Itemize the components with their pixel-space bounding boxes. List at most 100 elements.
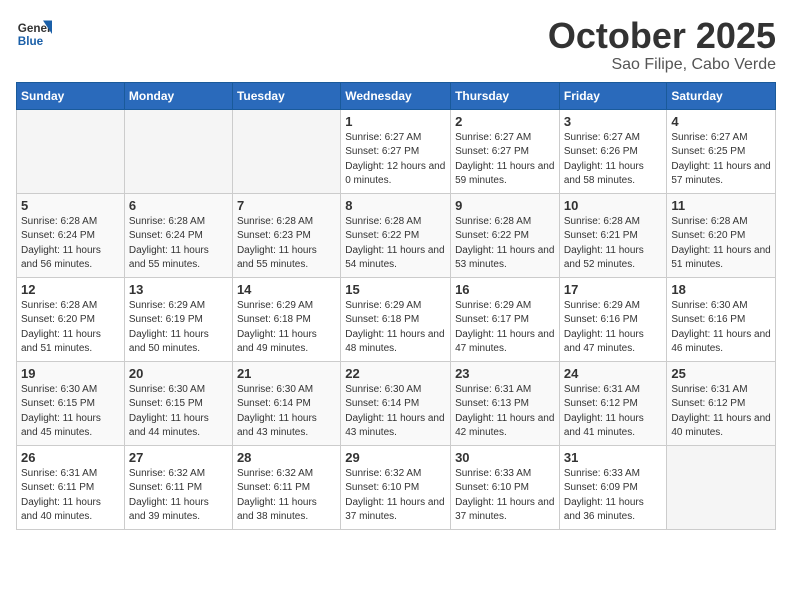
day-info: Sunrise: 6:27 AM Sunset: 6:27 PM Dayligh… <box>345 131 446 189</box>
calendar-cell: 15Sunrise: 6:29 AM Sunset: 6:18 PM Dayli… <box>341 277 451 361</box>
day-info: Sunrise: 6:30 AM Sunset: 6:14 PM Dayligh… <box>237 383 336 441</box>
day-info: Sunrise: 6:30 AM Sunset: 6:15 PM Dayligh… <box>21 383 120 441</box>
day-number: 20 <box>129 366 228 381</box>
day-info: Sunrise: 6:28 AM Sunset: 6:20 PM Dayligh… <box>671 215 771 273</box>
weekday-header: Friday <box>559 82 667 109</box>
weekday-header: Saturday <box>667 82 776 109</box>
calendar-cell: 12 Sunrise: 6:28 AM Sunset: 6:20 PM Dayli… <box>17 277 125 361</box>
day-info: Sunrise: 6:29 AM Sunset: 6:18 PM Dayligh… <box>237 299 336 357</box>
day-number: 16 <box>455 282 555 297</box>
title-area: October 2025 Sao Filipe, Cabo Verde <box>548 16 776 74</box>
day-number: 31 <box>564 450 663 465</box>
day-info: Sunrise: 6:30 AM Sunset: 6:16 PM Dayligh… <box>671 299 771 357</box>
day-info: Sunrise: 6:32 AM Sunset: 6:11 PM Dayligh… <box>129 467 228 525</box>
calendar-week-row: 19 Sunrise: 6:30 AM Sunset: 6:15 PM Dayli… <box>17 361 776 445</box>
day-number: 10 <box>564 198 663 213</box>
calendar-cell <box>124 109 232 193</box>
day-number: 21 <box>237 366 336 381</box>
calendar-table: SundayMondayTuesdayWednesdayThursdayFrid… <box>16 82 776 530</box>
page-header: General Blue October 2025 Sao Filipe, Ca… <box>16 16 776 74</box>
day-info: Sunrise: 6:29 AM Sunset: 6:16 PM Dayligh… <box>564 299 663 357</box>
day-number: 12 <box>21 282 120 297</box>
calendar-cell: 19 Sunrise: 6:30 AM Sunset: 6:15 PM Dayli… <box>17 361 125 445</box>
calendar-cell: 22Sunrise: 6:30 AM Sunset: 6:14 PM Dayli… <box>341 361 451 445</box>
day-number: 13 <box>129 282 228 297</box>
calendar-cell: 3 Sunrise: 6:27 AM Sunset: 6:26 PM Daylig… <box>559 109 667 193</box>
calendar-cell: 13 Sunrise: 6:29 AM Sunset: 6:19 PM Dayli… <box>124 277 232 361</box>
day-info: Sunrise: 6:31 AM Sunset: 6:12 PM Dayligh… <box>564 383 663 441</box>
calendar-cell: 4 Sunrise: 6:27 AM Sunset: 6:25 PM Daylig… <box>667 109 776 193</box>
calendar-cell: 28Sunrise: 6:32 AM Sunset: 6:11 PM Dayli… <box>232 445 340 529</box>
day-info: Sunrise: 6:27 AM Sunset: 6:25 PM Dayligh… <box>671 131 771 189</box>
day-number: 24 <box>564 366 663 381</box>
day-info: Sunrise: 6:29 AM Sunset: 6:17 PM Dayligh… <box>455 299 555 357</box>
day-number: 8 <box>345 198 446 213</box>
day-info: Sunrise: 6:28 AM Sunset: 6:23 PM Dayligh… <box>237 215 336 273</box>
day-info: Sunrise: 6:29 AM Sunset: 6:18 PM Dayligh… <box>345 299 446 357</box>
day-number: 11 <box>671 198 771 213</box>
calendar-week-row: 26 Sunrise: 6:31 AM Sunset: 6:11 PM Dayli… <box>17 445 776 529</box>
day-number: 17 <box>564 282 663 297</box>
day-info: Sunrise: 6:30 AM Sunset: 6:15 PM Dayligh… <box>129 383 228 441</box>
calendar-cell: 5Sunrise: 6:28 AM Sunset: 6:24 PM Daylig… <box>17 193 125 277</box>
day-info: Sunrise: 6:28 AM Sunset: 6:24 PM Dayligh… <box>129 215 228 273</box>
day-number: 4 <box>671 114 771 129</box>
weekday-header: Thursday <box>451 82 560 109</box>
day-number: 1 <box>345 114 446 129</box>
day-info: Sunrise: 6:32 AM Sunset: 6:11 PM Dayligh… <box>237 467 336 525</box>
calendar-cell: 26 Sunrise: 6:31 AM Sunset: 6:11 PM Dayli… <box>17 445 125 529</box>
calendar-week-row: 1 Sunrise: 6:27 AM Sunset: 6:27 PM Daylig… <box>17 109 776 193</box>
calendar-cell: 7Sunrise: 6:28 AM Sunset: 6:23 PM Daylig… <box>232 193 340 277</box>
day-info: Sunrise: 6:27 AM Sunset: 6:27 PM Dayligh… <box>455 131 555 189</box>
day-number: 2 <box>455 114 555 129</box>
calendar-cell: 21 Sunrise: 6:30 AM Sunset: 6:14 PM Dayli… <box>232 361 340 445</box>
logo: General Blue <box>16 16 56 52</box>
day-info: Sunrise: 6:29 AM Sunset: 6:19 PM Dayligh… <box>129 299 228 357</box>
day-info: Sunrise: 6:30 AM Sunset: 6:14 PM Dayligh… <box>345 383 446 441</box>
calendar-cell: 25 Sunrise: 6:31 AM Sunset: 6:12 PM Dayli… <box>667 361 776 445</box>
month-title: October 2025 <box>548 16 776 56</box>
day-number: 14 <box>237 282 336 297</box>
calendar-cell: 2 Sunrise: 6:27 AM Sunset: 6:27 PM Daylig… <box>451 109 560 193</box>
day-info: Sunrise: 6:28 AM Sunset: 6:22 PM Dayligh… <box>345 215 446 273</box>
calendar-cell <box>667 445 776 529</box>
day-info: Sunrise: 6:28 AM Sunset: 6:20 PM Dayligh… <box>21 299 120 357</box>
day-info: Sunrise: 6:27 AM Sunset: 6:26 PM Dayligh… <box>564 131 663 189</box>
calendar-cell: 29 Sunrise: 6:32 AM Sunset: 6:10 PM Dayli… <box>341 445 451 529</box>
calendar-cell: 10Sunrise: 6:28 AM Sunset: 6:21 PM Dayli… <box>559 193 667 277</box>
day-number: 26 <box>21 450 120 465</box>
weekday-header-row: SundayMondayTuesdayWednesdayThursdayFrid… <box>17 82 776 109</box>
logo-icon: General Blue <box>16 16 52 52</box>
weekday-header: Monday <box>124 82 232 109</box>
location: Sao Filipe, Cabo Verde <box>548 56 776 74</box>
calendar-cell: 9Sunrise: 6:28 AM Sunset: 6:22 PM Daylig… <box>451 193 560 277</box>
day-info: Sunrise: 6:31 AM Sunset: 6:11 PM Dayligh… <box>21 467 120 525</box>
day-info: Sunrise: 6:31 AM Sunset: 6:12 PM Dayligh… <box>671 383 771 441</box>
day-info: Sunrise: 6:32 AM Sunset: 6:10 PM Dayligh… <box>345 467 446 525</box>
calendar-cell: 30Sunrise: 6:33 AM Sunset: 6:10 PM Dayli… <box>451 445 560 529</box>
day-number: 19 <box>21 366 120 381</box>
calendar-cell <box>232 109 340 193</box>
calendar-cell: 31 Sunrise: 6:33 AM Sunset: 6:09 PM Dayli… <box>559 445 667 529</box>
calendar-cell: 11 Sunrise: 6:28 AM Sunset: 6:20 PM Dayli… <box>667 193 776 277</box>
day-info: Sunrise: 6:31 AM Sunset: 6:13 PM Dayligh… <box>455 383 555 441</box>
day-info: Sunrise: 6:28 AM Sunset: 6:22 PM Dayligh… <box>455 215 555 273</box>
day-number: 30 <box>455 450 555 465</box>
day-number: 3 <box>564 114 663 129</box>
calendar-cell: 14 Sunrise: 6:29 AM Sunset: 6:18 PM Dayli… <box>232 277 340 361</box>
weekday-header: Wednesday <box>341 82 451 109</box>
svg-text:Blue: Blue <box>18 35 44 48</box>
weekday-header: Sunday <box>17 82 125 109</box>
calendar-cell: 23 Sunrise: 6:31 AM Sunset: 6:13 PM Dayli… <box>451 361 560 445</box>
calendar-cell: 18 Sunrise: 6:30 AM Sunset: 6:16 PM Dayli… <box>667 277 776 361</box>
day-info: Sunrise: 6:33 AM Sunset: 6:09 PM Dayligh… <box>564 467 663 525</box>
day-number: 6 <box>129 198 228 213</box>
calendar-cell: 27Sunrise: 6:32 AM Sunset: 6:11 PM Dayli… <box>124 445 232 529</box>
calendar-cell: 8 Sunrise: 6:28 AM Sunset: 6:22 PM Daylig… <box>341 193 451 277</box>
day-number: 25 <box>671 366 771 381</box>
calendar-cell <box>17 109 125 193</box>
day-number: 18 <box>671 282 771 297</box>
day-number: 29 <box>345 450 446 465</box>
day-info: Sunrise: 6:28 AM Sunset: 6:24 PM Dayligh… <box>21 215 120 273</box>
day-number: 23 <box>455 366 555 381</box>
